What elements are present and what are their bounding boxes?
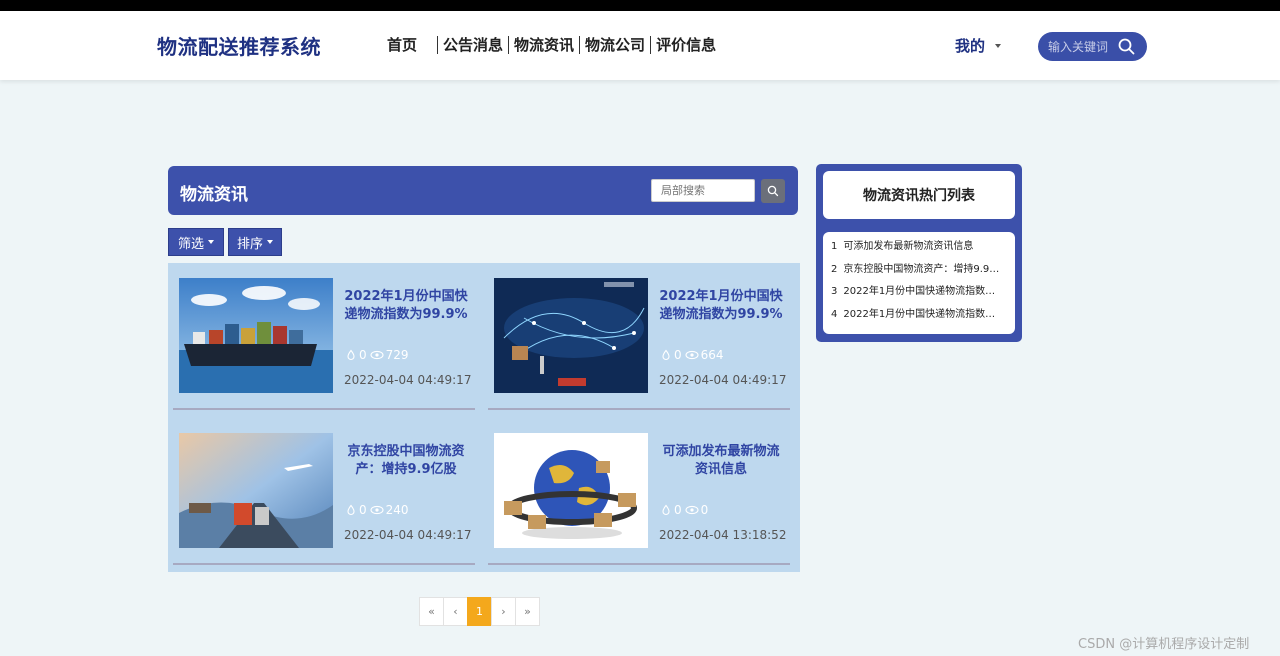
hot-item-number: 4 [831,308,838,320]
view-count: 240 [385,503,409,517]
like-count: 0 [674,348,682,362]
local-search-input[interactable] [651,179,755,202]
view-count: 729 [385,348,409,362]
news-stats: 0 729 [345,348,412,362]
like-icon [347,504,355,515]
like-count: 0 [359,503,367,517]
news-panel-header: 物流资讯 [168,166,798,215]
eye-icon [685,505,699,515]
my-account-menu[interactable]: 我的 [955,35,1002,56]
panel-title: 物流资讯 [180,185,248,205]
like-count: 0 [359,348,367,362]
cargo-ship-image[interactable] [179,278,333,393]
my-account-label: 我的 [955,37,986,55]
news-title[interactable]: 可添加发布最新物流资讯信息 [658,443,784,479]
sort-label: 排序 [236,236,263,252]
hot-item-number: 3 [831,286,838,297]
hot-list: 1 可添加发布最新物流资讯信息 2 京东控股中国物流资产：增持9.9… 3 2022年… [823,232,1015,334]
news-card[interactable]: 京东控股中国物流资产：增持9.9亿股 持… 0 240 2022-04-04 0… [173,422,475,565]
news-date: 2022-04-04 13:18:52 [659,528,787,542]
local-search-button[interactable] [761,179,785,203]
hot-list-item[interactable]: 4 2022年1月份中国快递物流指数… [831,306,1007,329]
news-card[interactable]: 可添加发布最新物流资讯信息 0 0 2022-04-04 13:18:52 [488,422,790,565]
hot-list-item[interactable]: 1 可添加发布最新物流资讯信息 [831,238,1007,261]
hot-item-text: 2022年1月份中国快递物流指数… [843,286,996,297]
main-nav: 首页 公告消息 物流资讯 物流公司 评价信息 [387,36,721,54]
last-page-button[interactable]: » [515,597,540,626]
global-network-image[interactable] [494,278,648,393]
chevron-down-icon [208,240,214,244]
news-title[interactable]: 2022年1月份中国快递物流指数为99.9% [658,288,784,324]
hot-item-text: 可添加发布最新物流资讯信息 [843,241,974,252]
global-search-input[interactable] [1048,39,1118,54]
news-card[interactable]: 2022年1月份中国快递物流指数为99.9% 0 729 2022-04-04 … [173,267,475,410]
news-stats: 0 240 [345,503,412,517]
filter-dropdown-button[interactable]: 筛选 [168,228,224,256]
search-icon[interactable] [1118,38,1135,55]
search-icon [767,185,779,197]
pagination: « ‹ 1 › » [419,597,540,626]
nav-item-home[interactable]: 首页 [387,36,437,54]
next-page-button[interactable]: › [491,597,516,626]
eye-icon [370,505,384,515]
first-page-button[interactable]: « [419,597,444,626]
hot-item-number: 2 [831,263,838,275]
news-date: 2022-04-04 04:49:17 [344,373,472,387]
hot-list-item[interactable]: 2 京东控股中国物流资产：增持9.9… [831,261,1007,284]
nav-item-logistics-company[interactable]: 物流公司 [580,36,650,54]
nav-item-logistics-news[interactable]: 物流资讯 [509,36,579,54]
prev-page-button[interactable]: ‹ [443,597,468,626]
news-title[interactable]: 京东控股中国物流资产：增持9.9亿股 持… [343,443,469,479]
site-logo[interactable]: 物流配送推荐系统 [157,31,321,60]
like-icon [662,349,670,360]
hot-item-text: 2022年1月份中国快递物流指数… [843,308,996,320]
hot-list-title: 物流资讯热门列表 [823,171,1015,219]
like-icon [662,504,670,515]
global-search [1038,32,1147,61]
globe-boxes-image[interactable] [494,433,648,548]
like-count: 0 [674,503,682,517]
like-icon [347,349,355,360]
chevron-down-icon [995,43,1002,48]
hot-list-panel: 物流资讯热门列表 1 可添加发布最新物流资讯信息 2 京东控股中国物流资产：增持9.… [816,164,1022,342]
sort-dropdown-button[interactable]: 排序 [228,228,282,256]
page-number-button[interactable]: 1 [467,597,492,626]
top-black-bar [0,0,1280,11]
news-title[interactable]: 2022年1月份中国快递物流指数为99.9% [343,288,469,324]
news-date: 2022-04-04 04:49:17 [344,528,472,542]
csdn-watermark: CSDN @计算机程序设计定制 [1078,637,1250,652]
nav-item-reviews[interactable]: 评价信息 [651,36,721,54]
news-card[interactable]: 2022年1月份中国快递物流指数为99.9% 0 664 2022-04-04 … [488,267,790,410]
eye-icon [685,350,699,360]
news-grid: 2022年1月份中国快递物流指数为99.9% 0 729 2022-04-04 … [168,263,800,572]
eye-icon [370,350,384,360]
chevron-down-icon [267,240,273,244]
view-count: 0 [700,503,709,517]
view-count: 664 [700,348,724,362]
filter-label: 筛选 [177,236,204,252]
transport-collage-image[interactable] [179,433,333,548]
hot-list-item[interactable]: 3 2022年1月份中国快递物流指数… [831,283,1007,306]
hot-item-text: 京东控股中国物流资产：增持9.9… [843,263,1000,275]
news-stats: 0 664 [660,348,727,362]
news-date: 2022-04-04 04:49:17 [659,373,787,387]
site-header: 物流配送推荐系统 首页 公告消息 物流资讯 物流公司 评价信息 我的 [0,11,1280,80]
hot-item-number: 1 [831,241,838,252]
nav-item-announcements[interactable]: 公告消息 [438,36,508,54]
news-stats: 0 0 [660,503,711,517]
